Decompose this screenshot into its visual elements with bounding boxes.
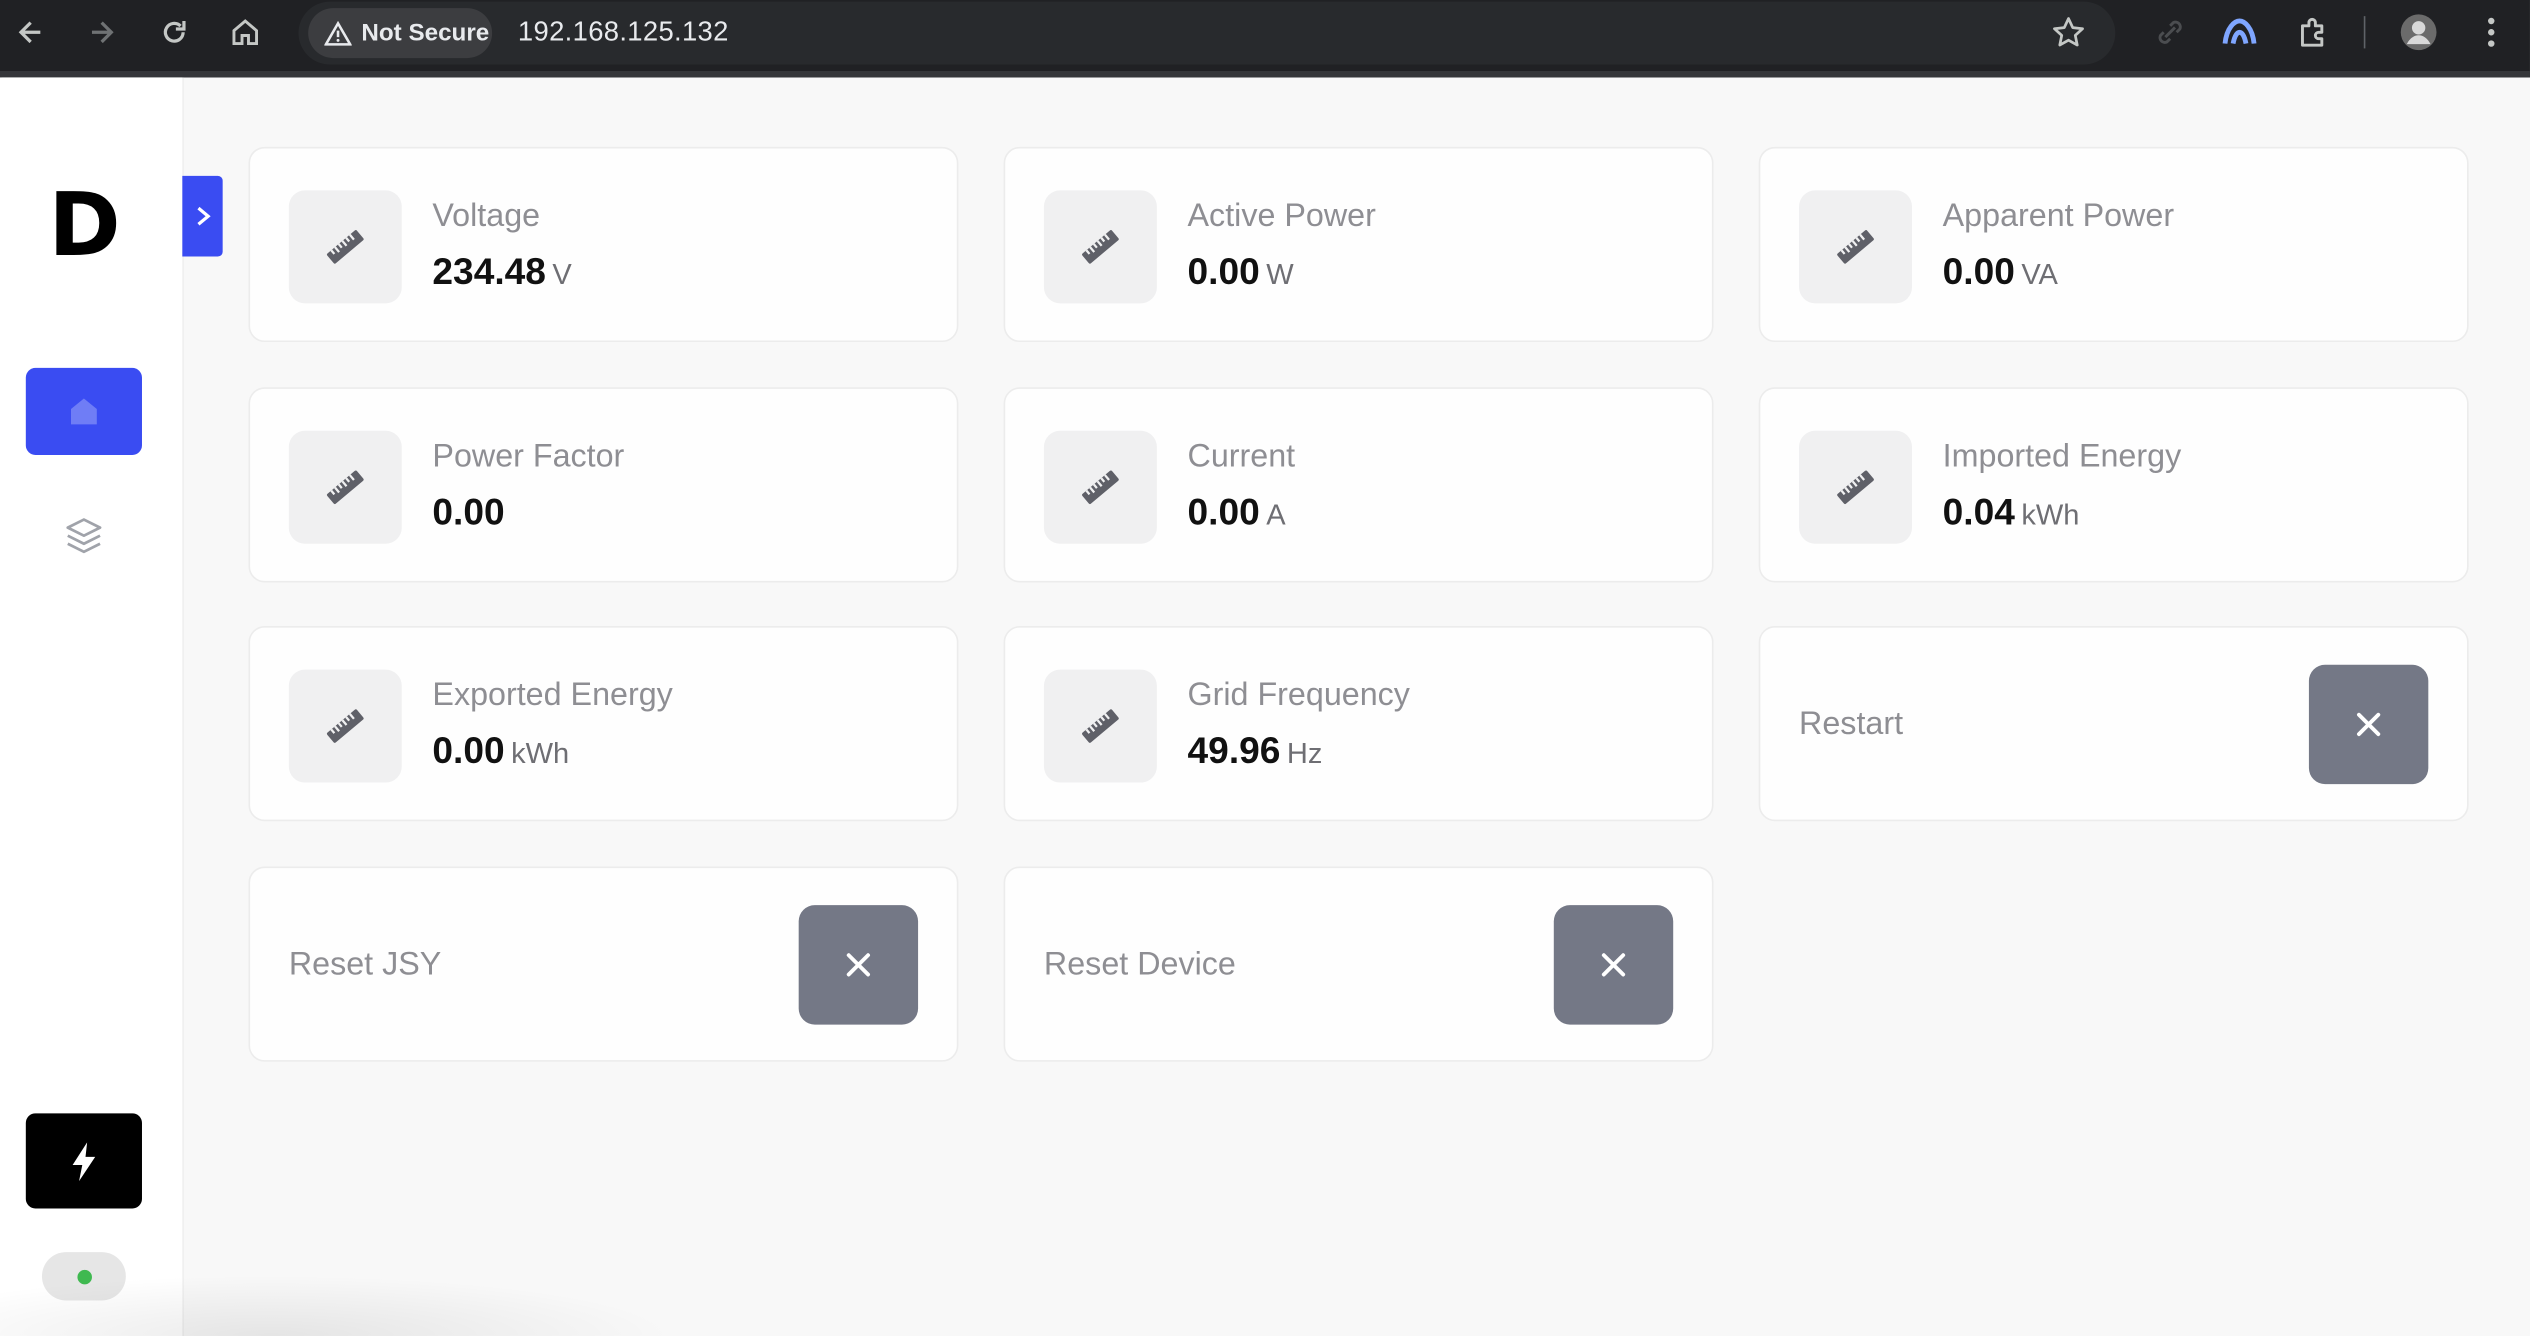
metric-number: 0.00 [432,490,505,533]
bottom-shadow [0,1274,678,1336]
metric-label: Current [1187,438,1296,475]
security-chip[interactable]: Not Secure [308,8,493,59]
browser-toolbar: Not Secure 192.168.125.132 [0,0,2530,78]
metric-unit: kWh [511,737,570,770]
metric-card-power-factor: Power Factor 0.00 [248,387,959,583]
action-label: Restart [1799,706,1904,743]
metric-number: 0.00 [1942,250,2015,293]
reload-icon[interactable] [157,15,192,50]
metric-number: 0.00 [1187,490,1260,533]
ruler-icon [288,430,402,544]
metric-value: 49.96 Hz [1188,728,1323,776]
ruler-icon [1799,190,1912,304]
extension-arc-icon[interactable] [2220,13,2259,52]
metric-card-grid-frequency: Grid Frequency 49.96 Hz [1003,626,1714,822]
address-bar[interactable]: Not Secure 192.168.125.132 [298,1,2116,65]
ruler-icon [288,190,402,304]
metric-label: Exported Energy [432,677,673,714]
metric-card-apparent-power: Apparent Power 0.00 VA [1758,146,2469,343]
metric-unit: V [552,258,572,291]
forward-arrow-icon[interactable] [84,15,119,50]
metric-unit: W [1266,258,1294,291]
metric-number: 49.96 [1187,729,1281,772]
sidebar-item-layers[interactable] [58,510,110,562]
security-label: Not Secure [361,19,490,47]
metric-card-imported-energy: Imported Energy 0.04 kWh [1758,387,2469,583]
metric-label: Active Power [1187,198,1376,234]
restart-button[interactable] [2308,664,2429,785]
metric-label: Voltage [432,198,541,234]
url-text[interactable]: 192.168.125.132 [518,16,729,48]
metric-value: 0.04 kWh [1943,489,2080,537]
close-icon [2357,712,2381,737]
bookmark-star-icon[interactable] [2051,15,2086,59]
action-card-reset-jsy: Reset JSY [248,866,959,1062]
metric-card-current: Current 0.00 A [1003,387,1714,583]
action-card-reset-device: Reset Device [1003,866,1714,1062]
metric-unit: VA [2021,258,2058,291]
action-card-restart: Restart [1758,626,2469,822]
home-page-icon[interactable] [228,15,263,50]
metric-value: 0.00 A [1188,489,1286,537]
metric-label: Imported Energy [1942,438,2182,475]
close-icon [1601,953,1626,977]
action-label: Reset JSY [288,947,442,983]
toolbar-separator [2363,16,2366,49]
warning-icon [324,20,352,45]
extensions-puzzle-icon[interactable] [2294,13,2333,52]
metric-unit: A [1266,498,1286,531]
toolbar-divider [0,70,2530,78]
ruler-icon [288,669,402,783]
home-icon [70,398,97,425]
metric-unit: Hz [1286,737,1323,770]
back-arrow-icon[interactable] [13,15,48,50]
metric-value: 234.48 V [432,248,571,296]
metric-value: 0.00 kWh [432,728,569,776]
sidebar-toggle-button[interactable] [182,175,223,257]
metric-value: 0.00 [432,489,511,537]
ruler-icon [1043,669,1157,783]
ruler-icon [1799,430,1912,544]
metric-card-active-power: Active Power 0.00 W [1003,146,1714,343]
browser-menu-icon[interactable] [2472,13,2511,52]
metric-number: 0.00 [432,729,505,772]
metric-number: 0.00 [1187,250,1260,293]
metric-label: Grid Frequency [1187,677,1410,714]
metric-number: 0.04 [1942,490,2015,533]
sidebar-item-home[interactable] [25,367,142,456]
bolt-icon [72,1141,96,1181]
metric-card-voltage: Voltage 234.48 V [248,146,959,343]
metric-number: 234.48 [432,250,546,293]
metric-card-exported-energy: Exported Energy 0.00 kWh [248,626,959,822]
metric-value: 0.00 W [1188,248,1294,296]
profile-avatar-icon[interactable] [2399,13,2438,52]
chevron-right-icon [196,206,210,226]
metric-label: Apparent Power [1942,198,2175,234]
ruler-icon [1043,430,1157,544]
action-label: Reset Device [1043,947,1236,983]
close-icon [846,953,870,977]
layers-icon [66,518,102,554]
app-window: Not Secure 192.168.125.132 D Voltage 234… [0,0,2530,1336]
reset-jsy-button[interactable] [798,905,919,1025]
app-logo[interactable]: D [48,182,120,269]
reset-device-button[interactable] [1553,905,1674,1025]
ruler-icon [1043,190,1157,304]
metric-value: 0.00 VA [1943,248,2058,296]
sidebar-action-button[interactable] [25,1113,142,1209]
link-off-icon[interactable] [2151,13,2190,52]
metric-unit: kWh [2021,498,2080,531]
sidebar: D [0,77,183,1336]
metric-label: Power Factor [432,438,625,475]
